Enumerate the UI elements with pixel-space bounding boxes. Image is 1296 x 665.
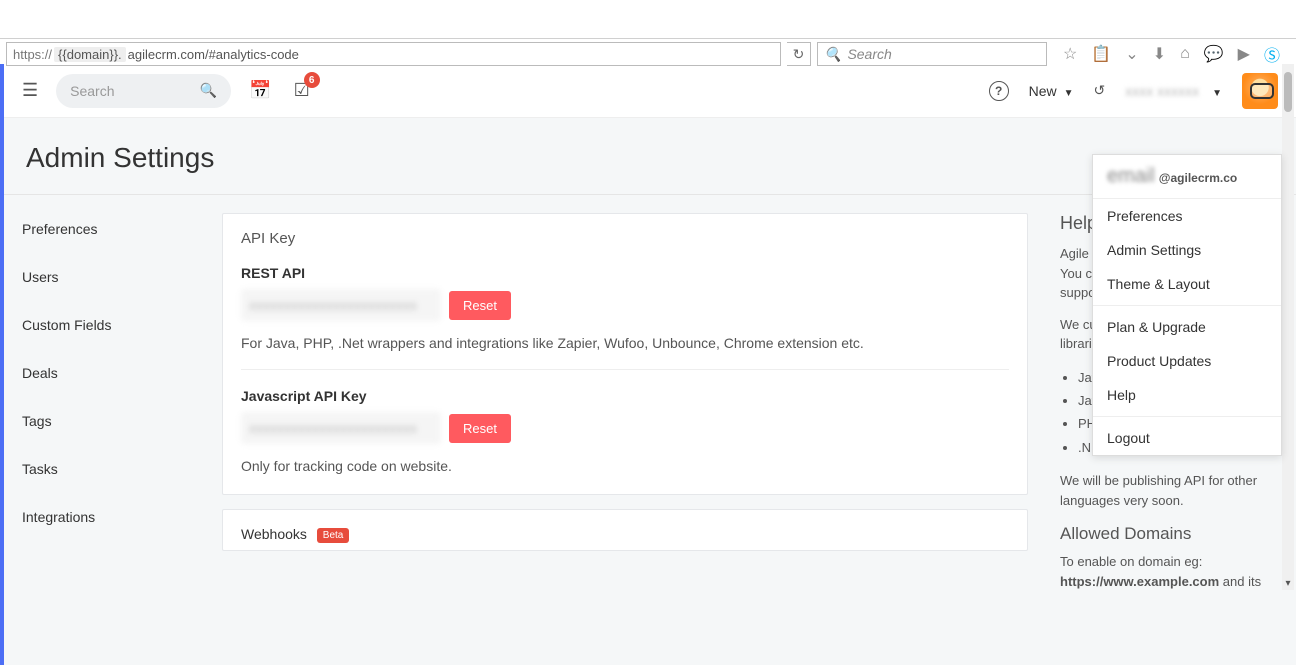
webhooks-card: Webhooks Beta xyxy=(222,509,1028,551)
divider xyxy=(1093,416,1281,417)
allowed-domains-title: Allowed Domains xyxy=(1060,524,1282,544)
dropdown-item-preferences[interactable]: Preferences xyxy=(1093,199,1281,233)
js-api-label: Javascript API Key xyxy=(241,388,1009,404)
dropdown-item-product-updates[interactable]: Product Updates xyxy=(1093,344,1281,378)
example-domain: https://www.example.com xyxy=(1060,574,1219,589)
sidebar-item-tasks[interactable]: Tasks xyxy=(4,445,204,493)
dropdown-item-admin-settings[interactable]: Admin Settings xyxy=(1093,233,1281,267)
scroll-down-icon[interactable]: ▾ xyxy=(1282,578,1294,590)
divider xyxy=(1093,305,1281,306)
calendar-icon[interactable]: 📅 xyxy=(249,80,271,101)
js-api-key-obscured: xxxxxxxxxxxxxxxxxxxxxxxx xyxy=(241,412,441,444)
user-menu-trigger[interactable]: xxxx xxxxxx ▼ xyxy=(1125,83,1222,99)
sidebar-item-tags[interactable]: Tags xyxy=(4,397,204,445)
publish-text: We will be publishing API for other lang… xyxy=(1060,471,1282,510)
email-obscured: email xyxy=(1107,165,1155,188)
sidebar-item-label: Tags xyxy=(22,413,52,429)
js-api-desc: Only for tracking code on website. xyxy=(241,458,1009,474)
allowed-domains-text: To enable on domain eg: https://www.exam… xyxy=(1060,552,1282,591)
star-icon[interactable]: ☆ xyxy=(1063,44,1077,64)
app-header: ☰ Search 🔍 📅 ☑ 6 ? New ▼ ↺ xxxx xxxxxx ▼ xyxy=(4,64,1296,118)
rest-api-key-obscured: xxxxxxxxxxxxxxxxxxxxxxxx xyxy=(241,289,441,321)
chevron-down-icon: ▼ xyxy=(1212,88,1222,99)
header-right: ? New ▼ ↺ xxxx xxxxxx ▼ xyxy=(989,73,1278,109)
tasks-icon[interactable]: ☑ 6 xyxy=(294,80,310,101)
app-search[interactable]: Search 🔍 xyxy=(56,74,231,108)
scrollbar-thumb[interactable] xyxy=(1284,72,1292,112)
sidebar-item-users[interactable]: Users xyxy=(4,253,204,301)
api-key-card: API Key REST API xxxxxxxxxxxxxxxxxxxxxxx… xyxy=(222,213,1028,495)
rest-reset-button[interactable]: Reset xyxy=(449,291,511,320)
sidebar-item-label: Preferences xyxy=(22,221,97,237)
dropdown-email-header: email @agilecrm.co xyxy=(1093,155,1281,199)
url-bar[interactable]: https:// {{domain}}. agilecrm.com/#analy… xyxy=(6,42,781,66)
search-icon: 🔍 xyxy=(824,46,841,63)
webhooks-title: Webhooks xyxy=(241,526,307,542)
url-path: agilecrm.com/#analytics-code xyxy=(128,47,299,62)
browser-toolbar-icons: ☆ 📋 ⌄ ⬇ ⌂ 💬 ▶ Ⓢ xyxy=(1053,42,1290,66)
sidebar-item-deals[interactable]: Deals xyxy=(4,349,204,397)
sidebar-item-preferences[interactable]: Preferences xyxy=(4,205,204,253)
dropdown-item-plan-upgrade[interactable]: Plan & Upgrade xyxy=(1093,310,1281,344)
sidebar-item-custom-fields[interactable]: Custom Fields xyxy=(4,301,204,349)
browser-bar: https:// {{domain}}. agilecrm.com/#analy… xyxy=(0,38,1296,69)
email-suffix: @agilecrm.co xyxy=(1159,171,1237,185)
scrollbar[interactable]: ▾ xyxy=(1282,64,1294,590)
history-icon[interactable]: ↺ xyxy=(1093,82,1105,99)
sidebar: Preferences Users Custom Fields Deals Ta… xyxy=(4,195,204,665)
divider xyxy=(241,369,1009,370)
home-icon[interactable]: ⌂ xyxy=(1180,45,1190,63)
rest-api-desc: For Java, PHP, .Net wrappers and integra… xyxy=(241,335,1009,351)
browser-chrome: https:// {{domain}}. agilecrm.com/#analy… xyxy=(0,0,1296,64)
avatar[interactable] xyxy=(1242,73,1278,109)
dropdown-item-help[interactable]: Help xyxy=(1093,378,1281,412)
rest-api-label: REST API xyxy=(241,265,1009,281)
app-search-placeholder: Search xyxy=(70,83,114,99)
notifications-badge: 6 xyxy=(304,72,320,88)
url-domain-token: {{domain}}. xyxy=(54,47,126,62)
js-reset-button[interactable]: Reset xyxy=(449,414,511,443)
sidebar-item-label: Integrations xyxy=(22,509,95,525)
rest-api-row: xxxxxxxxxxxxxxxxxxxxxxxx Reset xyxy=(241,289,1009,321)
new-button[interactable]: New ▼ xyxy=(1029,83,1074,99)
dropdown-item-logout[interactable]: Logout xyxy=(1093,421,1281,455)
clipboard-icon[interactable]: 📋 xyxy=(1091,44,1111,64)
pocket-icon[interactable]: ⌄ xyxy=(1125,44,1138,64)
sidebar-item-integrations[interactable]: Integrations xyxy=(4,493,204,541)
url-protocol: https:// xyxy=(13,47,52,62)
user-dropdown: email @agilecrm.co Preferences Admin Set… xyxy=(1092,154,1282,456)
chat-icon[interactable]: 💬 xyxy=(1204,44,1224,64)
sidebar-item-label: Deals xyxy=(22,365,58,381)
text: and its xyxy=(1219,574,1261,589)
download-icon[interactable]: ⬇ xyxy=(1153,44,1166,64)
sidebar-item-label: Tasks xyxy=(22,461,58,477)
dropdown-item-theme-layout[interactable]: Theme & Layout xyxy=(1093,267,1281,301)
browser-search[interactable]: 🔍 Search xyxy=(817,42,1047,66)
reload-button[interactable]: ↻ xyxy=(787,42,811,66)
help-icon[interactable]: ? xyxy=(989,81,1009,101)
beta-badge: Beta xyxy=(317,528,350,543)
skype-icon[interactable]: Ⓢ xyxy=(1264,42,1280,66)
new-label: New xyxy=(1029,83,1057,99)
card-title: API Key xyxy=(241,230,1009,247)
search-icon: 🔍 xyxy=(200,82,217,99)
main-content: API Key REST API xxxxxxxxxxxxxxxxxxxxxxx… xyxy=(204,195,1046,665)
header-icons: 📅 ☑ 6 xyxy=(249,80,310,101)
youtube-icon[interactable]: ▶ xyxy=(1238,44,1250,64)
js-api-row: xxxxxxxxxxxxxxxxxxxxxxxx Reset xyxy=(241,412,1009,444)
user-name-obscured: xxxx xxxxxx xyxy=(1125,83,1205,99)
text: To enable on domain eg: xyxy=(1060,554,1202,569)
menu-icon[interactable]: ☰ xyxy=(22,80,38,101)
browser-search-placeholder: Search xyxy=(847,46,891,62)
sidebar-item-label: Users xyxy=(22,269,59,285)
chevron-down-icon: ▼ xyxy=(1064,88,1074,99)
sidebar-item-label: Custom Fields xyxy=(22,317,111,333)
